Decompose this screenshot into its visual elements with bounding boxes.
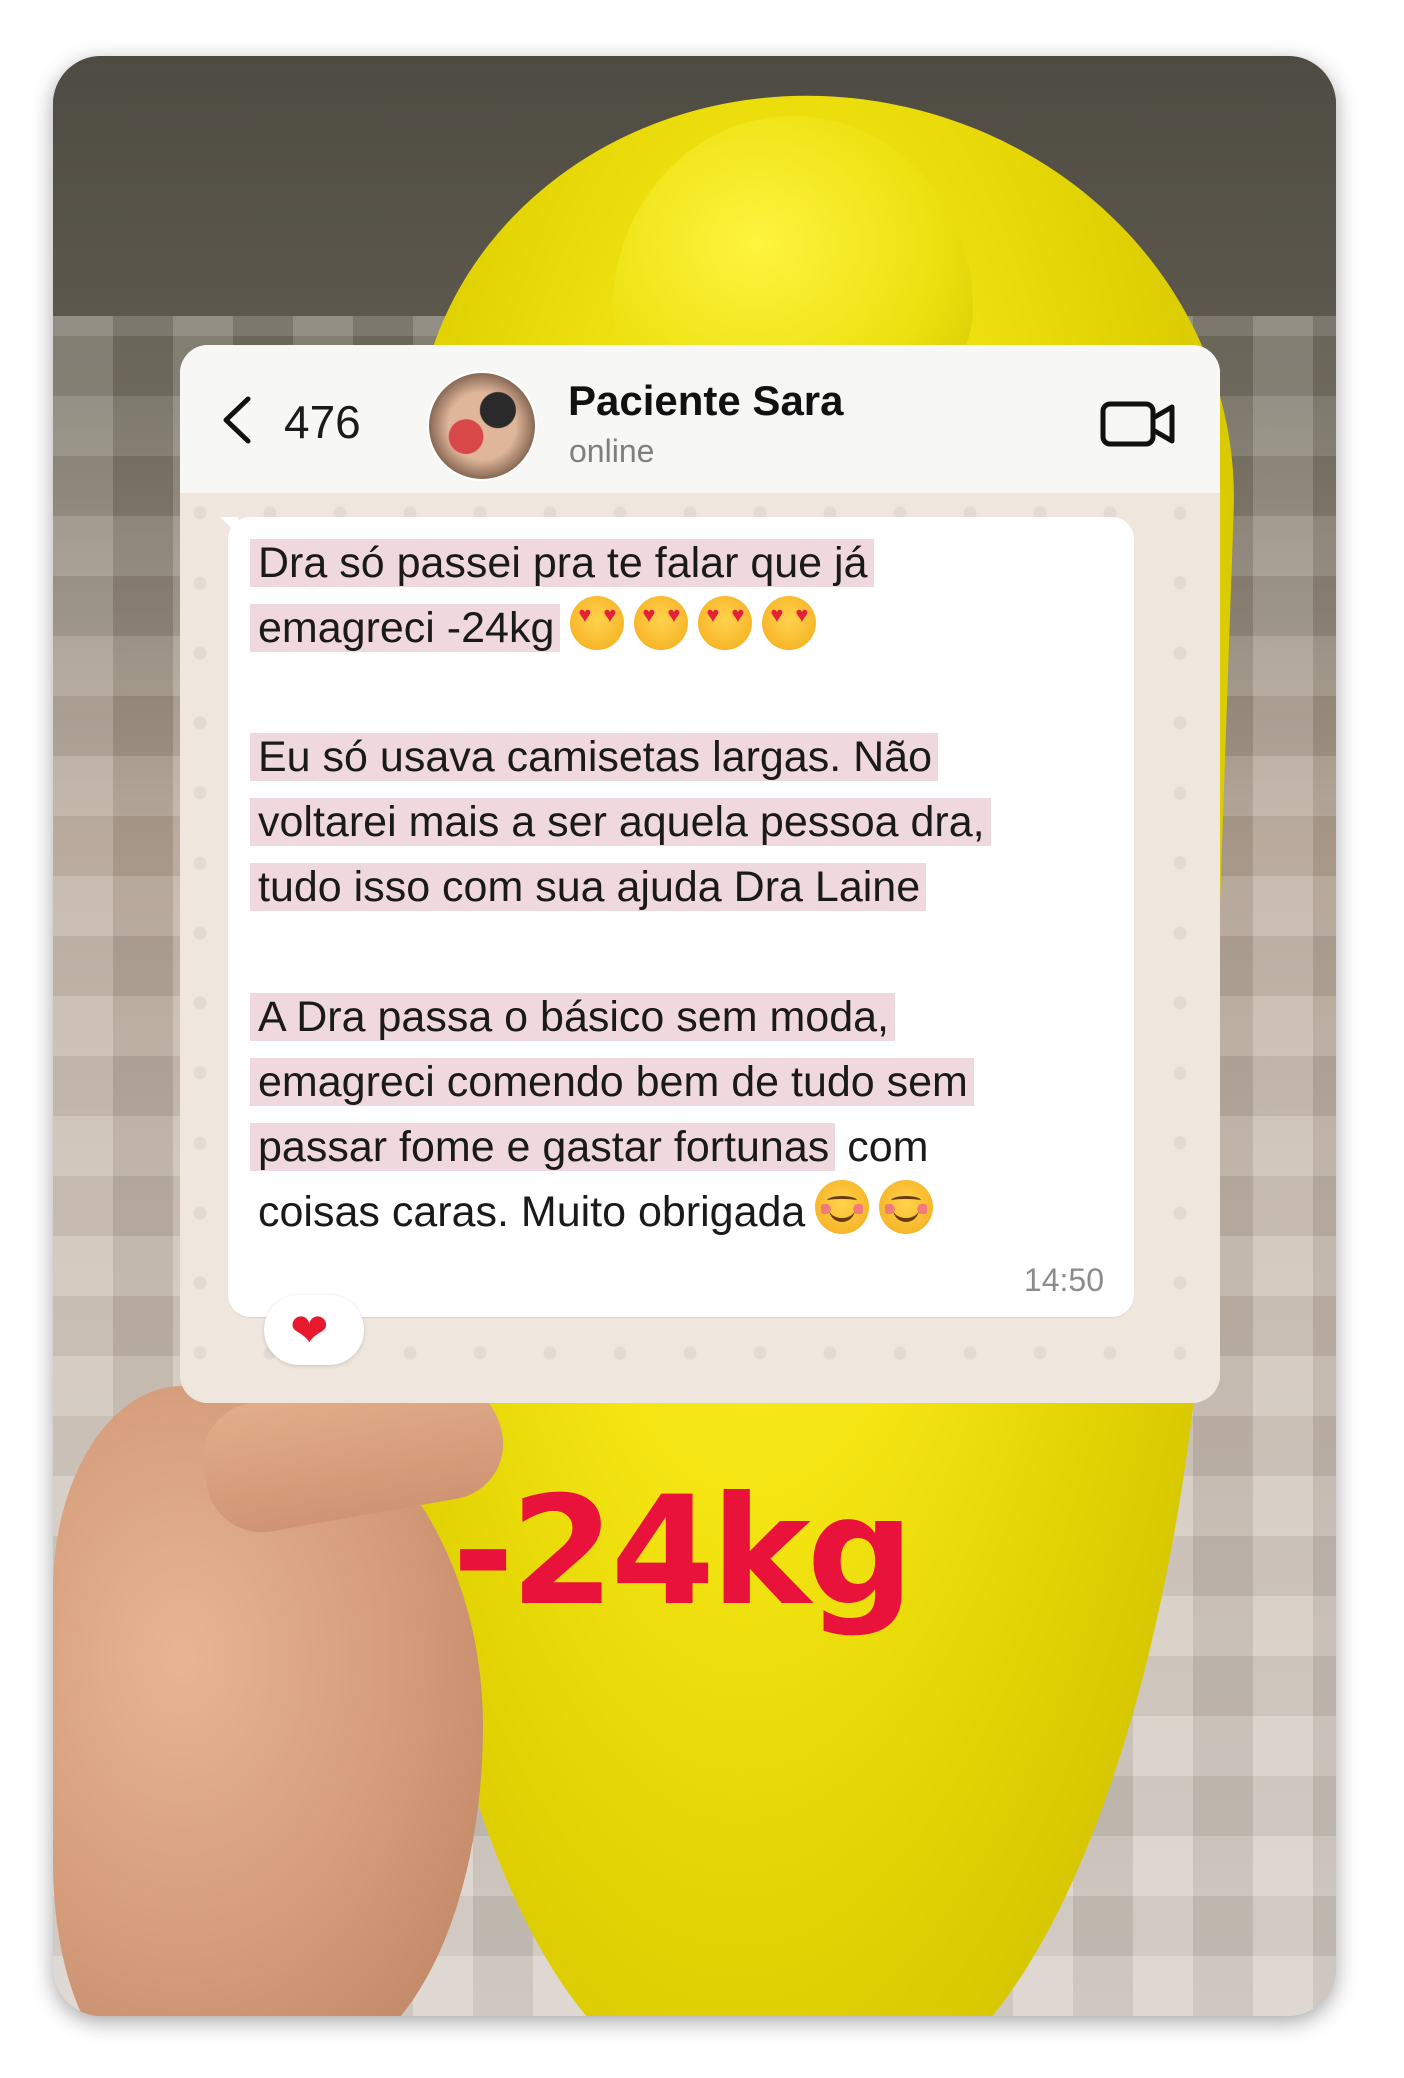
video-call-icon[interactable] (1100, 399, 1176, 449)
message-bubble[interactable]: Dra só passei pra te falar que já emagre… (228, 517, 1134, 1317)
message-line: coisas caras. Muito obrigada (258, 1188, 806, 1236)
heart-eyes-emoji-icon (570, 596, 625, 650)
chevron-left-icon[interactable] (220, 395, 254, 445)
heart-icon: ❤ (290, 1303, 329, 1357)
heart-eyes-emoji-icon (634, 596, 689, 650)
back-unread-count[interactable]: 476 (284, 395, 361, 449)
chat-header: 476 Paciente Sara online (180, 345, 1220, 494)
message-paragraph-2: Eu só usava camisetas largas. Não voltar… (250, 725, 1118, 920)
message-timestamp: 14:50 (1023, 1262, 1104, 1298)
chat-body: Dra só passei pra te falar que já emagre… (180, 493, 1220, 1403)
message-line: passar fome e gastar fortunas (250, 1123, 836, 1171)
message-line: com (835, 1123, 929, 1171)
chat-screenshot: 476 Paciente Sara online Dra só passei p… (180, 345, 1220, 1403)
message-line: A Dra passa o básico sem moda, (250, 993, 895, 1041)
avatar[interactable] (427, 371, 537, 481)
heart-eyes-emoji-icon (762, 596, 817, 650)
heart-eyes-emoji-icon (698, 596, 753, 650)
weight-loss-label: -24kg (452, 1465, 914, 1639)
contact-status: online (569, 433, 655, 469)
message-line: Dra só passei pra te falar que já (250, 539, 874, 587)
message-line: voltarei mais a ser aquela pessoa dra, (250, 798, 991, 846)
message-line: tudo isso com sua ajuda Dra Laine (250, 863, 927, 911)
reaction-badge[interactable]: ❤ (264, 1295, 364, 1365)
contact-name[interactable]: Paciente Sara (568, 377, 844, 425)
smiling-blush-emoji-icon (879, 1180, 934, 1234)
message-paragraph-3: A Dra passa o básico sem moda, emagreci … (250, 985, 1118, 1245)
message-line: emagreci comendo bem de tudo sem (250, 1058, 974, 1106)
smiling-blush-emoji-icon (815, 1180, 870, 1234)
message-paragraph-1: Dra só passei pra te falar que já emagre… (250, 531, 1118, 661)
message-line: Eu só usava camisetas largas. Não (250, 733, 938, 781)
message-line: emagreci -24kg (250, 604, 561, 652)
